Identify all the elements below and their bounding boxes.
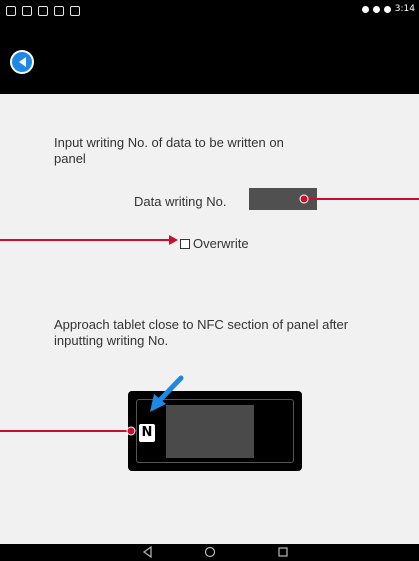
callout-dot-nfc	[126, 426, 136, 436]
triangle-back-icon[interactable]	[140, 544, 156, 561]
square-recent-icon[interactable]	[275, 544, 291, 561]
blue-pointer-line	[156, 375, 184, 404]
navigation-bar	[0, 544, 419, 561]
callout-overlay	[0, 194, 419, 436]
callout-dot-data-field	[299, 194, 309, 204]
callout-arrowhead-overwrite	[169, 235, 178, 245]
circle-home-icon[interactable]	[202, 544, 218, 561]
